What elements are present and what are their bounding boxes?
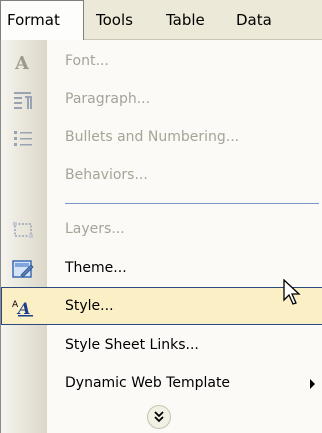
submenu-arrow-icon — [310, 379, 315, 389]
menu-item-bullets-label: Bullets and Numbering... — [65, 129, 240, 145]
menu-item-bullets-and-numbering[interactable]: Bullets and Numbering... — [1, 118, 322, 156]
menu-data-label: Data — [236, 11, 272, 29]
svg-text:A: A — [16, 299, 30, 317]
menu-table[interactable]: Table — [166, 0, 205, 40]
menu-item-layers-label: Layers... — [65, 221, 125, 237]
svg-text:A: A — [14, 53, 30, 72]
menu-table-label: Table — [166, 11, 205, 29]
menu-item-style-label: Style... — [65, 298, 114, 314]
menu-item-font[interactable]: A Font... — [1, 42, 322, 80]
menu-item-paragraph-label: Paragraph... — [65, 91, 151, 107]
paragraph-icon — [12, 90, 34, 110]
menu-item-paragraph[interactable]: Paragraph... — [1, 80, 322, 118]
menu-item-dynamic-web-template-label: Dynamic Web Template — [65, 375, 231, 391]
menu-tools[interactable]: Tools — [96, 0, 133, 40]
theme-icon — [12, 259, 34, 279]
expand-menu-button[interactable] — [147, 405, 171, 429]
menu-item-style[interactable]: A A Style... — [1, 287, 322, 325]
menu-item-theme[interactable]: Theme... — [1, 249, 322, 287]
double-chevron-down-icon — [154, 411, 164, 423]
menu-item-theme-label: Theme... — [65, 260, 127, 276]
menu-tools-label: Tools — [96, 11, 133, 29]
menu-item-font-label: Font... — [65, 53, 109, 69]
menu-format[interactable]: Format — [0, 0, 84, 40]
layers-icon — [12, 220, 34, 240]
menu-item-style-sheet-links[interactable]: Style Sheet Links... — [1, 326, 322, 364]
font-icon: A — [12, 52, 34, 74]
format-dropdown-menu: A Font... Paragraph... Bullets and Numbe… — [0, 40, 322, 433]
menu-separator — [65, 203, 319, 204]
menu-bar: Format Tools Table Data — [0, 0, 322, 40]
menu-item-layers[interactable]: Layers... — [1, 210, 322, 248]
menu-format-label: Format — [7, 11, 60, 29]
style-icon: A A — [12, 297, 34, 318]
menu-item-behaviors-label: Behaviors... — [65, 167, 148, 183]
menu-item-dynamic-web-template[interactable]: Dynamic Web Template — [1, 364, 322, 402]
menu-item-behaviors[interactable]: Behaviors... — [1, 156, 322, 194]
mouse-cursor-icon — [283, 279, 301, 305]
bullets-icon — [12, 128, 34, 148]
menu-item-style-sheet-links-label: Style Sheet Links... — [65, 337, 199, 353]
menu-data[interactable]: Data — [236, 0, 272, 40]
